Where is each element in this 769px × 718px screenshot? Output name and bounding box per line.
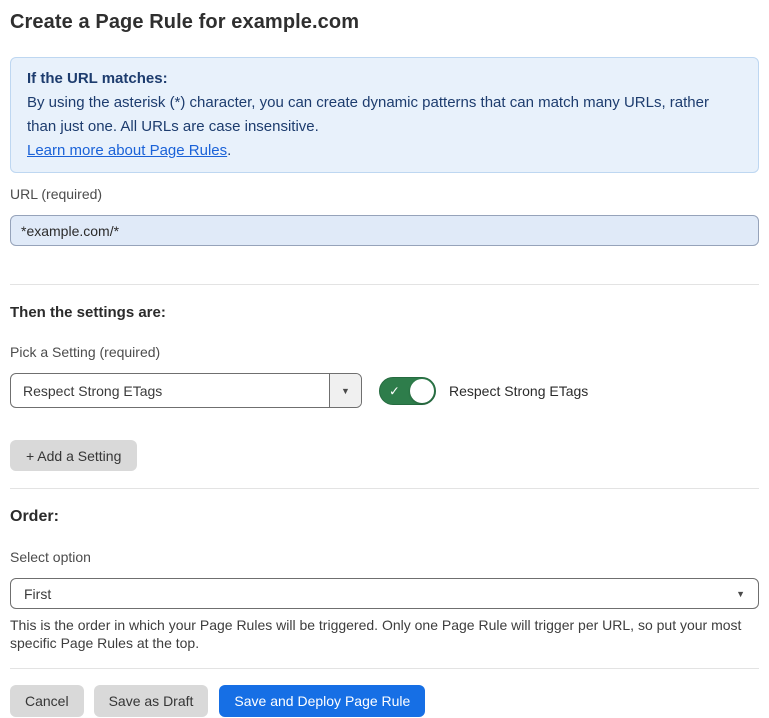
divider (10, 284, 759, 285)
order-heading: Order: (10, 508, 759, 526)
divider (10, 488, 759, 489)
setting-row: Respect Strong ETags ▼ ✓ Respect Strong … (10, 373, 759, 408)
url-match-info-box: If the URL matches: By using the asteris… (10, 57, 759, 173)
footer-actions: Cancel Save as Draft Save and Deploy Pag… (10, 685, 759, 717)
info-box-link-line: Learn more about Page Rules. (27, 139, 742, 163)
link-suffix: . (227, 142, 231, 159)
cancel-button[interactable]: Cancel (10, 685, 84, 717)
setting-select-arrow-button[interactable]: ▼ (329, 374, 361, 407)
page-title: Create a Page Rule for example.com (10, 8, 759, 36)
setting-select-value: Respect Strong ETags (11, 374, 329, 407)
check-icon: ✓ (389, 384, 400, 397)
info-box-body: By using the asterisk (*) character, you… (27, 91, 742, 139)
etags-toggle[interactable]: ✓ (379, 377, 436, 405)
add-setting-button[interactable]: + Add a Setting (10, 440, 137, 471)
caret-down-icon: ▼ (736, 589, 745, 599)
divider (10, 668, 759, 669)
pick-setting-label: Pick a Setting (required) (10, 344, 759, 361)
order-select[interactable]: First ▼ (10, 578, 759, 609)
info-box-heading: If the URL matches: (27, 67, 742, 91)
setting-select[interactable]: Respect Strong ETags ▼ (10, 373, 362, 408)
create-page-rule-form: Create a Page Rule for example.com If th… (0, 0, 769, 718)
url-label: URL (required) (10, 186, 759, 203)
save-draft-button[interactable]: Save as Draft (94, 685, 209, 717)
order-help-text: This is the order in which your Page Rul… (10, 616, 755, 652)
select-option-label: Select option (10, 549, 759, 566)
caret-down-icon: ▼ (341, 386, 350, 396)
learn-more-link[interactable]: Learn more about Page Rules (27, 142, 227, 159)
order-select-value: First (24, 586, 51, 602)
url-input[interactable] (10, 215, 759, 246)
toggle-knob (410, 379, 434, 403)
toggle-label: Respect Strong ETags (449, 383, 588, 399)
save-deploy-button[interactable]: Save and Deploy Page Rule (219, 685, 425, 717)
settings-heading: Then the settings are: (10, 304, 759, 322)
